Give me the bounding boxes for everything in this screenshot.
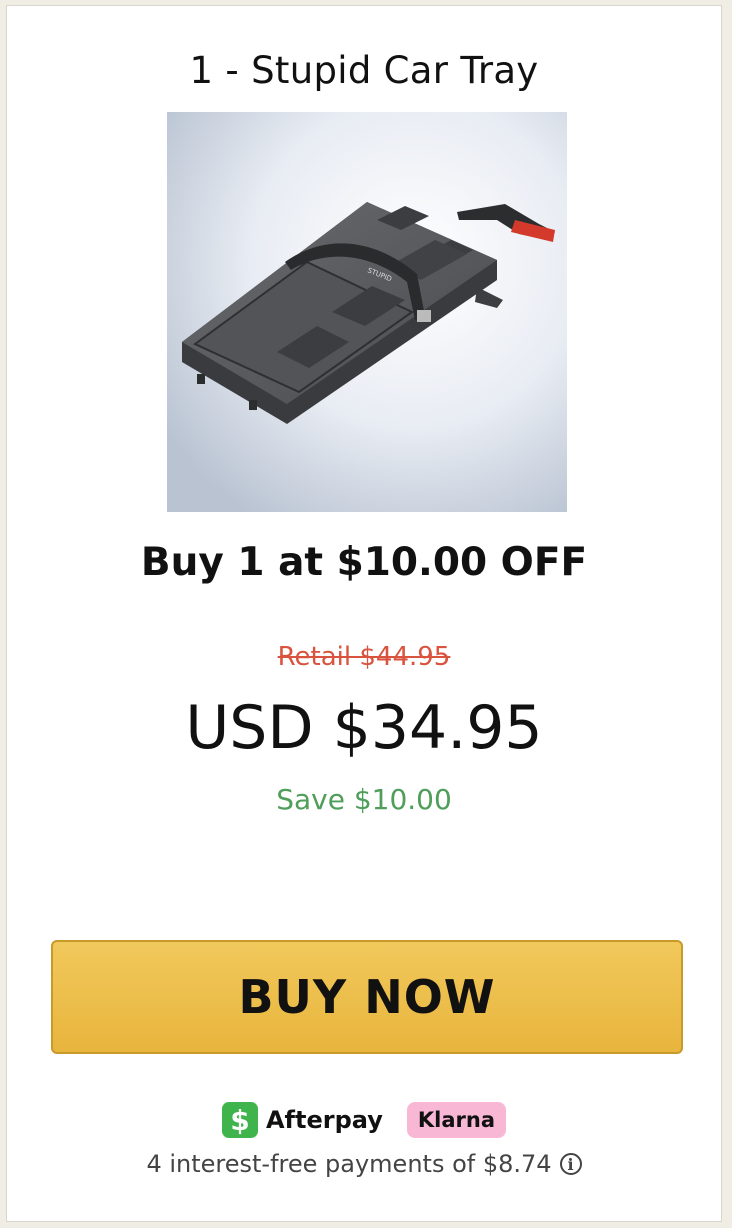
info-icon[interactable]: i	[559, 1153, 582, 1175]
retail-price: Retail $44.95	[277, 642, 451, 672]
savings-text: Save $10.00	[276, 783, 452, 816]
afterpay-label: Afterpay	[265, 1106, 383, 1134]
payment-options: $ Afterpay Klarna	[7, 1100, 721, 1140]
offer-headline: Buy 1 at $10.00 OFF	[140, 540, 588, 585]
sale-price: USD $34.95	[185, 693, 543, 763]
product-title: 1 - Stupid Car Tray	[189, 49, 539, 92]
buy-now-button[interactable]: BUY NOW	[51, 940, 683, 1054]
product-image: STUPID	[167, 112, 567, 512]
installments-row: 4 interest-free payments of $8.74 i	[7, 1146, 721, 1182]
klarna-badge: Klarna	[406, 1102, 506, 1138]
product-card: 1 - Stupid Car Tray STUPID Buy 1 at $10.…	[6, 5, 722, 1222]
installments-text: 4 interest-free payments of $8.74	[146, 1150, 552, 1178]
cash-app-icon: $	[221, 1102, 258, 1138]
